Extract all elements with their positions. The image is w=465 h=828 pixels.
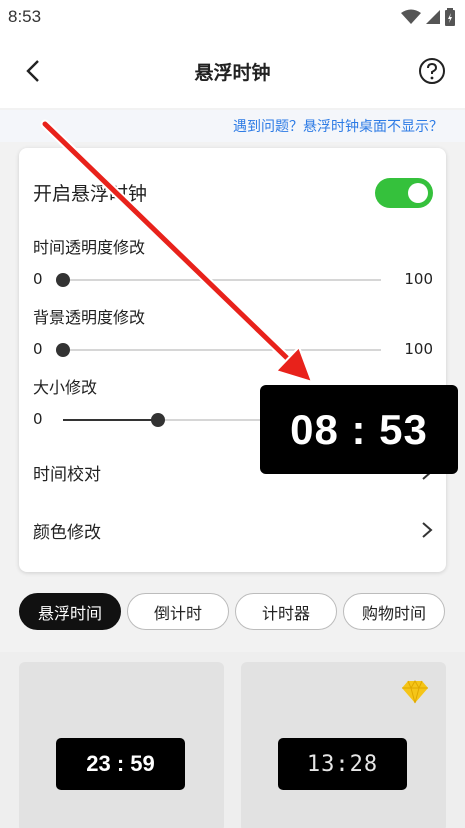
bg-opacity-label: 背景透明度修改 xyxy=(33,308,146,327)
slider-track[interactable] xyxy=(56,343,381,357)
bg-opacity-slider: 0 100 xyxy=(33,338,433,362)
time-calibration-label: 时间校对 xyxy=(33,464,101,485)
notice-bar: 遇到问题？悬浮时钟桌面不显示？ xyxy=(0,110,465,142)
wifi-icon xyxy=(401,9,421,24)
chevron-right-icon xyxy=(422,522,433,538)
tab-shopping-time[interactable]: 购物时间 xyxy=(343,593,445,630)
floating-clock-time: 08 : 53 xyxy=(290,405,428,453)
color-label: 颜色修改 xyxy=(33,522,101,543)
tab-label: 倒计时 xyxy=(153,603,202,623)
app-bar: 悬浮时钟 xyxy=(0,34,465,108)
slider-max: 100 xyxy=(404,340,433,358)
time-opacity-label: 时间透明度修改 xyxy=(33,238,146,257)
help-button[interactable] xyxy=(417,56,447,86)
back-button[interactable] xyxy=(18,56,48,86)
enable-label: 开启悬浮时钟 xyxy=(33,182,148,205)
slider-fill xyxy=(63,419,159,421)
clock-style-card[interactable]: 23 : 59 xyxy=(19,662,224,828)
clock-style-time: 13:28 xyxy=(306,751,379,777)
slider-max: 100 xyxy=(404,270,433,288)
status-bar: 8:53 xyxy=(0,0,465,34)
tab-label: 悬浮时间 xyxy=(37,603,102,623)
slider-thumb[interactable] xyxy=(56,343,70,357)
slider-min: 0 xyxy=(33,410,43,428)
page-title: 悬浮时钟 xyxy=(194,61,271,84)
color-row[interactable]: 颜色修改 xyxy=(33,510,433,550)
tab-floating-time[interactable]: 悬浮时间 xyxy=(19,593,121,630)
toggle-knob xyxy=(408,183,428,203)
tab-countdown[interactable]: 倒计时 xyxy=(127,593,229,630)
clock-style-grid: 23 : 59 13:28 xyxy=(0,652,465,828)
clock-style-time: 23 : 59 xyxy=(86,751,155,776)
tab-label: 购物时间 xyxy=(361,603,426,623)
clock-style-card[interactable]: 13:28 xyxy=(241,662,446,828)
status-time: 8:53 xyxy=(8,7,42,26)
help-link[interactable]: 遇到问题？悬浮时钟桌面不显示？ xyxy=(233,116,443,136)
chevron-left-icon xyxy=(26,60,39,82)
help-icon xyxy=(419,58,445,84)
enable-toggle[interactable] xyxy=(375,178,433,208)
size-label: 大小修改 xyxy=(33,378,98,397)
status-icons xyxy=(401,8,455,26)
settings-card: 开启悬浮时钟 时间透明度修改 0 100 背景透明度修改 0 100 大小修改 … xyxy=(19,148,446,572)
tab-stopwatch[interactable]: 计时器 xyxy=(235,593,337,630)
tab-label: 计时器 xyxy=(261,603,310,623)
signal-icon xyxy=(426,10,440,24)
time-opacity-slider: 0 100 xyxy=(33,268,433,292)
slider-track[interactable] xyxy=(56,273,381,287)
battery-icon xyxy=(445,8,455,26)
mode-tabs: 悬浮时间 倒计时 计时器 购物时间 xyxy=(19,593,459,631)
clock-style-preview: 13:28 xyxy=(278,738,407,790)
slider-min: 0 xyxy=(33,270,43,288)
slider-thumb[interactable] xyxy=(56,273,70,287)
enable-row: 开启悬浮时钟 xyxy=(33,172,433,212)
diamond-icon xyxy=(402,680,428,704)
slider-thumb[interactable] xyxy=(151,413,166,427)
clock-style-preview: 23 : 59 xyxy=(56,738,185,790)
slider-min: 0 xyxy=(33,340,43,358)
floating-clock-preview[interactable]: 08 : 53 xyxy=(260,385,458,474)
